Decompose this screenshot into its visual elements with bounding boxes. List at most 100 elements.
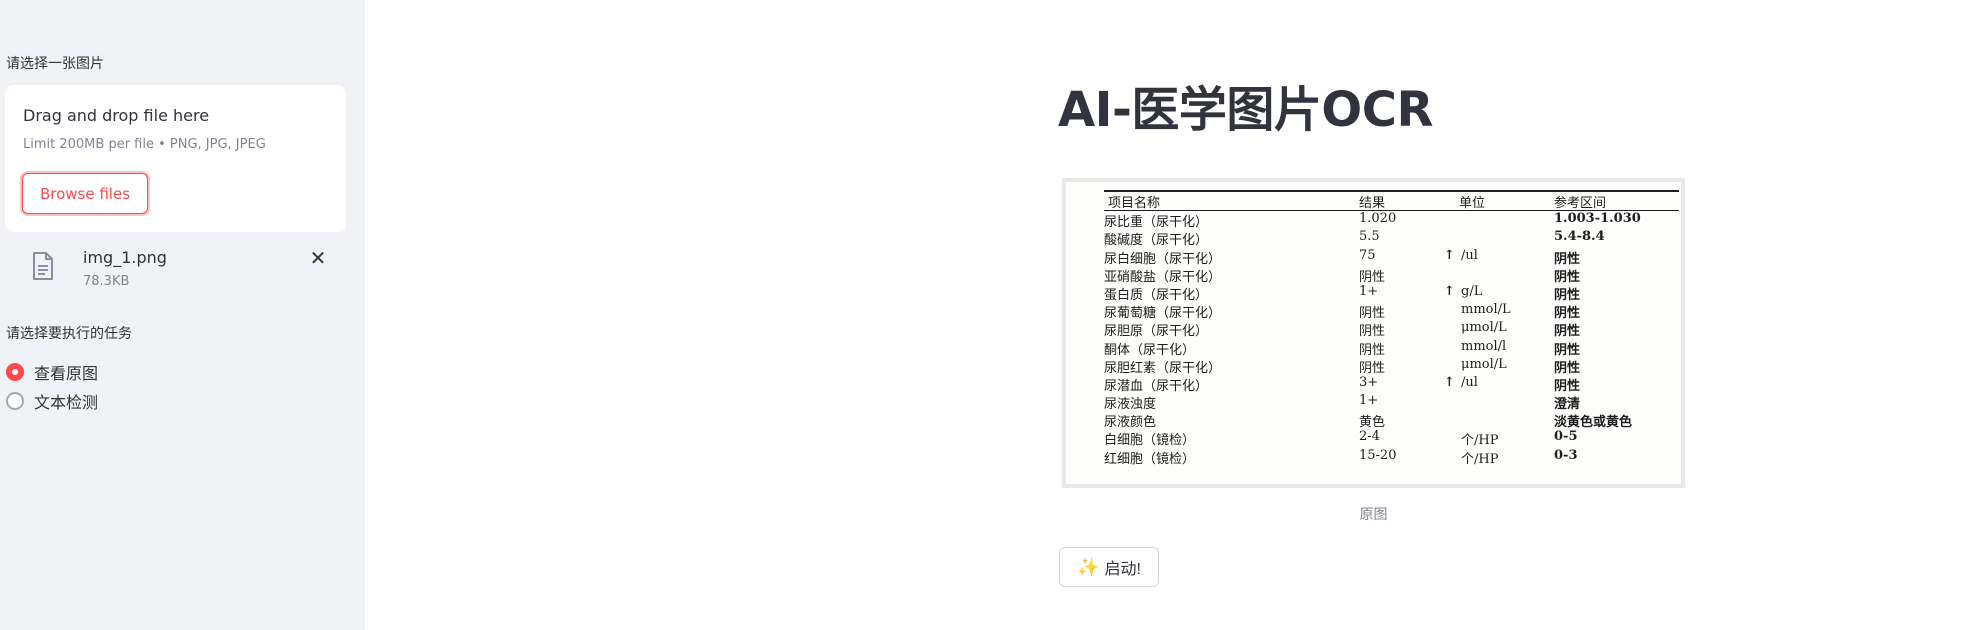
report-cell-name: 尿胆原（尿干化） (1104, 324, 1209, 340)
report-row: 尿葡萄糖（尿干化） 阴性 mmol/L 阴性 (1104, 302, 1679, 322)
report-cell-result: 75 (1359, 247, 1376, 263)
report-cell-ref: 1.003-1.030 (1554, 211, 1641, 227)
report-cell-result: 3+ (1359, 374, 1379, 390)
report-cell-unit: 个/HP (1461, 433, 1499, 449)
file-size: 78.3KB (83, 274, 130, 289)
report-cell-ref: 阴性 (1554, 269, 1581, 285)
report-cell-ref: 淡黄色或黄色 (1554, 415, 1633, 431)
report-cell-ref: 5.4-8.4 (1554, 229, 1605, 245)
upload-label: 请选择一张图片 (6, 56, 104, 72)
header-result: 结果 (1359, 196, 1386, 211)
report-cell-name: 尿潜血（尿干化） (1104, 378, 1209, 394)
report-cell-unit: mmol/L (1461, 302, 1511, 318)
header-ref: 参考区间 (1554, 196, 1607, 211)
report-header: 项目名称 结果 单位 参考区间 (1104, 192, 1679, 211)
report-cell-result: 5.5 (1359, 229, 1380, 245)
report-row: 亚硝酸盐（尿干化） 阴性 阴性 (1104, 266, 1679, 285)
sparkle-icon: ✨ (1077, 556, 1100, 577)
start-button-label: 启动! (1104, 561, 1141, 578)
task-label: 请选择要执行的任务 (6, 326, 132, 342)
radio-option-view-original[interactable]: 查看原图 (6, 357, 98, 386)
uploaded-file: img_1.png 78.3KB ✕ (0, 244, 350, 296)
report-cell-name: 尿比重（尿干化） (1104, 215, 1209, 231)
dropzone-limit: Limit 200MB per file • PNG, JPG, JPEG (23, 137, 266, 152)
report-cell-ref: 阴性 (1554, 342, 1581, 358)
report-cell-result: 1.020 (1359, 211, 1397, 227)
radio-unchecked-icon[interactable] (6, 391, 24, 410)
file-name: img_1.png (83, 248, 167, 267)
report-row: 尿胆红素（尿干化） 阴性 μmol/L 阴性 (1104, 356, 1679, 376)
up-arrow-icon: ↑ (1444, 247, 1455, 263)
report-cell-unit: /ul (1461, 247, 1478, 263)
file-dropzone[interactable]: Drag and drop file here Limit 200MB per … (5, 85, 346, 232)
report-cell-result: 阴性 (1359, 269, 1386, 285)
report-cell-name: 酮体（尿干化） (1104, 342, 1196, 358)
radio-label: 查看原图 (34, 363, 99, 383)
report-cell-name: 尿液浊度 (1104, 397, 1157, 413)
report-cell-result: 黄色 (1359, 415, 1386, 431)
report-cell-ref: 阴性 (1554, 287, 1581, 303)
report-cell-name: 尿液颜色 (1104, 415, 1157, 431)
report-cell-result: 1+ (1359, 393, 1379, 409)
report-cell-name: 尿葡萄糖（尿干化） (1104, 306, 1222, 322)
report-row: 蛋白质（尿干化） 1+ ↑ g/L 阴性 (1104, 283, 1679, 303)
task-radio-group: 查看原图 文本检测 (6, 357, 98, 415)
report-cell-unit: mmol/l (1461, 338, 1507, 354)
sidebar: 请选择一张图片 Drag and drop file here Limit 20… (0, 0, 365, 630)
browse-files-button[interactable]: Browse files (22, 173, 148, 214)
report-cell-result: 阴性 (1359, 306, 1386, 322)
report-cell-result: 阴性 (1359, 342, 1386, 358)
report-row: 尿潜血（尿干化） 3+ ↑ /ul 阴性 (1104, 374, 1679, 394)
header-unit: 单位 (1459, 196, 1486, 211)
report-cell-unit: μmol/L (1461, 320, 1507, 336)
report-row: 红细胞（镜检） 15-20 个/HP 0-3 (1104, 447, 1679, 467)
report-cell-unit: 个/HP (1461, 451, 1499, 467)
up-arrow-icon: ↑ (1444, 374, 1455, 390)
header-name: 项目名称 (1108, 196, 1161, 211)
report-cell-unit: μmol/L (1461, 356, 1507, 372)
report-row: 白细胞（镜检） 2-4 个/HP 0-5 (1104, 429, 1679, 449)
report-cell-ref: 0-5 (1554, 429, 1578, 445)
report-cell-name: 尿胆红素（尿干化） (1104, 360, 1222, 376)
radio-checked-icon[interactable] (6, 362, 24, 381)
report-cell-result: 15-20 (1359, 447, 1397, 463)
lab-report: 项目名称 结果 单位 参考区间 尿比重（尿干化） 1.020 1.003-1.030… (1104, 188, 1679, 467)
report-row: 酮体（尿干化） 阴性 mmol/l 阴性 (1104, 338, 1679, 358)
report-cell-name: 红细胞（镜检） (1104, 451, 1196, 467)
report-cell-ref: 澄清 (1554, 397, 1581, 413)
dropzone-title: Drag and drop file here (23, 106, 210, 125)
report-cell-ref: 阴性 (1554, 324, 1581, 340)
image-caption: 原图 (1359, 507, 1388, 523)
report-cell-result: 阴性 (1359, 360, 1386, 376)
report-cell-name: 白细胞（镜检） (1104, 433, 1196, 449)
report-cell-name: 酸碱度（尿干化） (1104, 233, 1209, 249)
report-row: 尿液浊度 1+ 澄清 (1104, 393, 1679, 413)
file-icon (33, 252, 53, 280)
original-image: 项目名称 结果 单位 参考区间 尿比重（尿干化） 1.020 1.003-1.030… (1062, 178, 1685, 488)
report-cell-unit: /ul (1461, 374, 1478, 390)
report-rows: 尿比重（尿干化） 1.020 1.003-1.030 酸碱度（尿干化） 5.5 5.4-8… (1104, 211, 1679, 466)
report-cell-result: 阴性 (1359, 324, 1386, 340)
report-cell-name: 尿白细胞（尿干化） (1104, 251, 1222, 267)
page-title: AI-医学图片OCR (1058, 82, 1433, 138)
up-arrow-icon: ↑ (1444, 283, 1455, 299)
report-row: 尿白细胞（尿干化） 75 ↑ /ul 阴性 (1104, 247, 1679, 267)
start-button[interactable]: ✨ 启动! (1059, 547, 1159, 587)
report-row: 酸碱度（尿干化） 5.5 5.4-8.4 (1104, 229, 1679, 249)
report-row: 尿液颜色 黄色 淡黄色或黄色 (1104, 411, 1679, 431)
radio-option-text-detection[interactable]: 文本检测 (6, 386, 98, 415)
report-cell-unit: g/L (1461, 283, 1483, 299)
report-cell-ref: 阴性 (1554, 251, 1581, 267)
report-row: 尿比重（尿干化） 1.020 1.003-1.030 (1104, 211, 1679, 231)
report-cell-result: 1+ (1359, 283, 1379, 299)
close-icon[interactable]: ✕ (306, 246, 330, 270)
report-cell-ref: 0-3 (1554, 447, 1578, 463)
report-cell-name: 亚硝酸盐（尿干化） (1104, 269, 1222, 285)
report-cell-result: 2-4 (1359, 429, 1380, 445)
report-cell-ref: 阴性 (1554, 360, 1581, 376)
report-row: 尿胆原（尿干化） 阴性 μmol/L 阴性 (1104, 320, 1679, 340)
radio-label: 文本检测 (34, 392, 99, 412)
report-cell-name: 蛋白质（尿干化） (1104, 287, 1209, 303)
report-cell-ref: 阴性 (1554, 378, 1581, 394)
report-cell-ref: 阴性 (1554, 306, 1581, 322)
